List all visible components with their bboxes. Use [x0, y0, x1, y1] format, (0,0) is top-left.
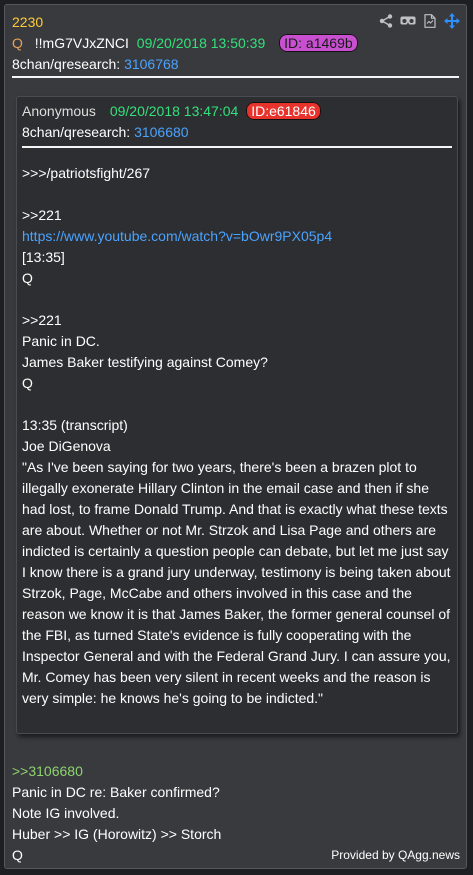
- poster-id-badge: ID: a1469b: [279, 34, 358, 52]
- crossboard-ref: >>>/patriotsfight/267: [22, 165, 151, 181]
- share-icon[interactable]: [378, 13, 394, 29]
- body-line: 13:35 (transcript): [22, 417, 128, 433]
- body-line: Q: [22, 375, 33, 391]
- post-card: 2230 Q !!mG7VJxZNCI 09/20/2018 13:50:39 …: [4, 4, 467, 869]
- quoted-post: Anonymous 09/20/2018 13:47:04 ID:e61846 …: [16, 96, 458, 734]
- thread-link[interactable]: 3106768: [124, 56, 179, 72]
- document-icon[interactable]: [422, 13, 438, 29]
- quoted-thread-link[interactable]: 3106680: [134, 124, 189, 140]
- quoted-body: >>>/patriotsfight/267 >>221 https://www.…: [22, 163, 454, 709]
- quoted-id-badge: ID:e61846: [246, 102, 321, 120]
- move-icon[interactable]: [444, 13, 460, 29]
- credit-text: Provided by QAgg.news: [331, 848, 460, 862]
- header-divider: [12, 76, 459, 78]
- reply-body: >>3106680 Panic in DC re: Baker confirme…: [12, 761, 221, 866]
- tripcode: !!mG7VJxZNCI: [34, 35, 129, 51]
- body-line: James Baker testifying against Comey?: [22, 354, 268, 370]
- q-marker: Q: [12, 35, 23, 51]
- reply-line: Huber >> IG (Horowitz) >> Storch: [12, 826, 222, 842]
- body-line: [13:35]: [22, 249, 65, 265]
- quoted-divider: [22, 146, 452, 148]
- youtube-link[interactable]: https://www.youtube.com/watch?v=bOwr9PX0…: [22, 228, 332, 244]
- reply-line: Q: [12, 847, 23, 863]
- board-name: 8chan/qresearch:: [12, 56, 121, 72]
- post-ref: >>221: [22, 312, 62, 328]
- reply-line: Note IG involved.: [12, 805, 120, 821]
- post-number: 2230: [12, 14, 44, 30]
- reply-line: Panic in DC re: Baker confirmed?: [12, 784, 220, 800]
- transcript-quote: "As I've been saying for two years, ther…: [22, 459, 451, 706]
- post-toolbar: [378, 13, 460, 29]
- vr-glasses-icon[interactable]: [400, 13, 416, 29]
- post-header: Q !!mG7VJxZNCI 09/20/2018 13:50:39 ID: a…: [12, 34, 358, 52]
- quoted-timestamp: 09/20/2018 13:47:04: [109, 103, 239, 119]
- post-board-line: 8chan/qresearch: 3106768: [12, 56, 179, 72]
- body-line: Q: [22, 270, 33, 286]
- quoted-header: Anonymous 09/20/2018 13:47:04 ID:e61846: [22, 102, 321, 120]
- quoted-board-line: 8chan/qresearch: 3106680: [22, 124, 189, 140]
- quoted-board-name: 8chan/qresearch:: [22, 124, 131, 140]
- post-ref: >>221: [22, 207, 62, 223]
- body-line: Panic in DC.: [22, 333, 100, 349]
- body-line: Joe DiGenova: [22, 438, 111, 454]
- reply-ref-link[interactable]: >>3106680: [12, 763, 83, 779]
- post-timestamp: 09/20/2018 13:50:39: [136, 35, 266, 51]
- quoted-author: Anonymous: [22, 103, 96, 119]
